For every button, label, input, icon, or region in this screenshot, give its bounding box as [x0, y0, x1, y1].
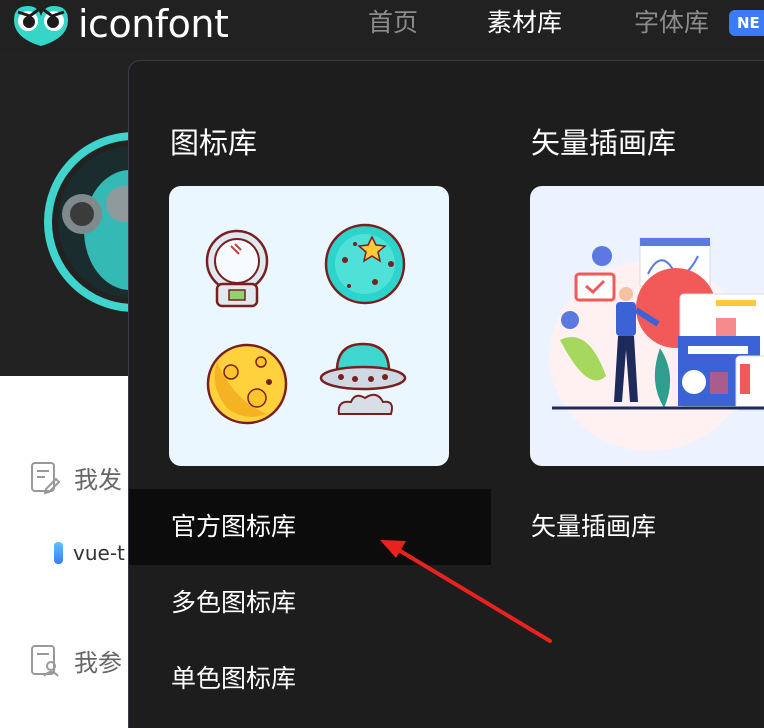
document-edit-icon	[31, 461, 60, 494]
owl-logo-icon	[14, 6, 68, 46]
page: iconfont 首页 素材库 字体库 NE 我发 vue-t 我参 图标库 矢…	[0, 0, 764, 728]
nav-home[interactable]: 首页	[368, 6, 418, 40]
nav-font[interactable]: 字体库	[634, 6, 709, 40]
brand-logo[interactable]: iconfont	[10, 0, 229, 48]
icon-library-card[interactable]	[169, 186, 449, 466]
document-user-icon	[31, 644, 59, 677]
astronaut-helmet-icon	[205, 229, 269, 308]
my-joined-label: 我参	[74, 649, 122, 677]
my-published-row[interactable]: 我发	[30, 460, 122, 495]
planet-star-icon	[324, 223, 406, 305]
moon-icon	[206, 343, 288, 425]
project-item[interactable]: vue-t	[54, 541, 125, 565]
menu-monochrome-icons[interactable]: 单色图标库	[129, 641, 491, 717]
my-joined-row[interactable]: 我参	[30, 643, 122, 678]
brand-name: iconfont	[78, 2, 229, 46]
top-nav: iconfont 首页 素材库 字体库 NE	[0, 0, 764, 52]
mascot-illustration	[44, 132, 138, 312]
ufo-icon	[319, 342, 407, 415]
vector-library-title[interactable]: 矢量插画库	[531, 123, 676, 163]
icon-preview-grid	[205, 223, 407, 425]
menu-vector-illustrations[interactable]: 矢量插画库	[531, 489, 656, 565]
my-published-label: 我发	[74, 466, 122, 494]
new-badge: NE	[729, 10, 764, 36]
icon-library-title[interactable]: 图标库	[170, 123, 257, 163]
nav-material[interactable]: 素材库	[487, 6, 562, 40]
project-color-bar	[54, 542, 63, 564]
vector-library-card[interactable]	[530, 186, 764, 466]
menu-official-icons[interactable]: 官方图标库	[129, 489, 491, 565]
vector-illustration-preview	[550, 237, 764, 451]
project-name: vue-t	[73, 541, 125, 565]
menu-multicolor-icons[interactable]: 多色图标库	[129, 565, 491, 641]
material-dropdown: 图标库 矢量插画库 官方图标库 多色图标库 单色图标库 矢量插画库	[128, 60, 764, 728]
